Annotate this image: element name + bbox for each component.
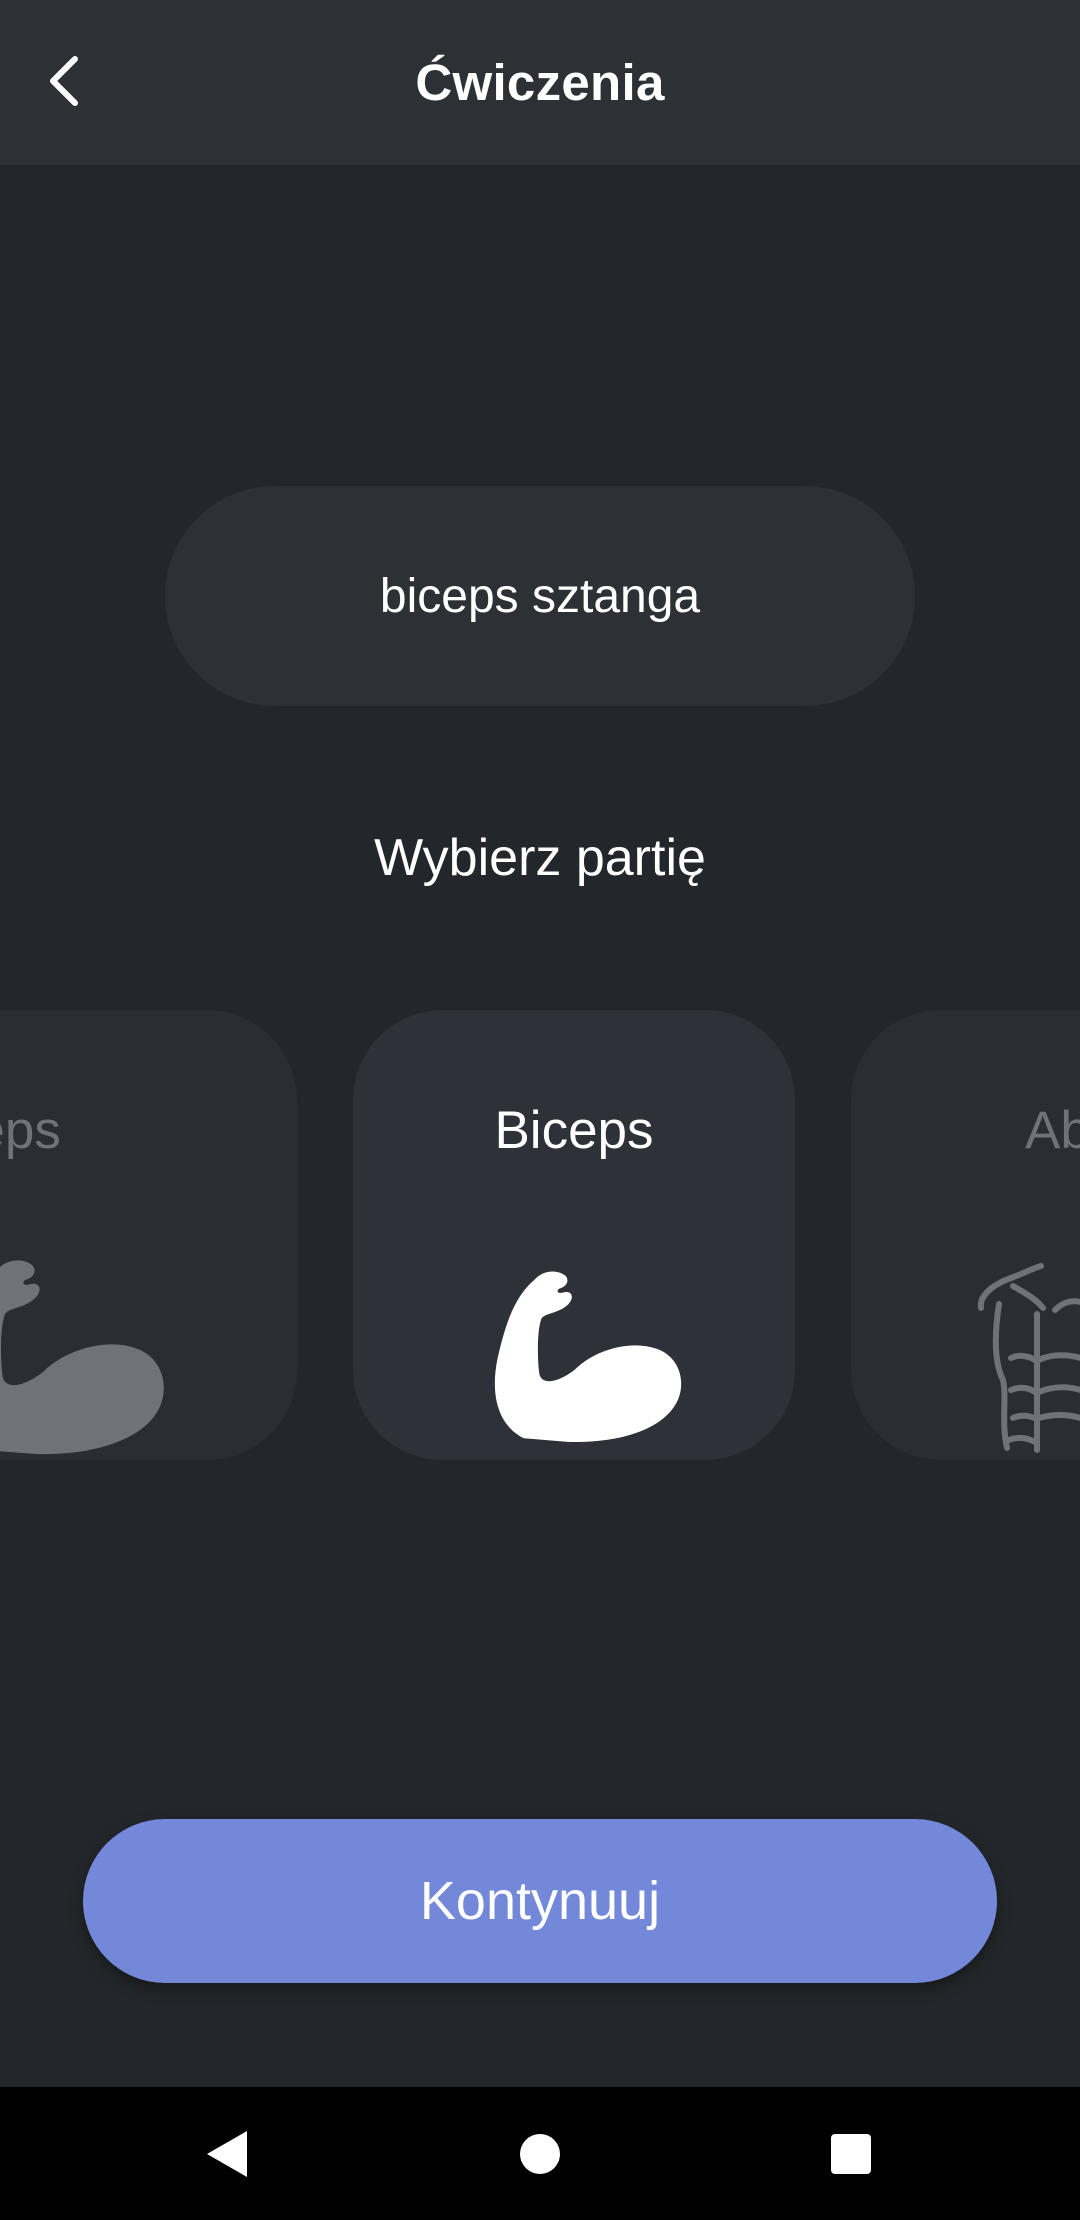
nav-recents-button[interactable]: [781, 2087, 921, 2220]
muscle-card-abs[interactable]: Ab: [851, 1010, 1080, 1460]
app-bar: Ćwiczenia: [0, 0, 1080, 165]
nav-recents-square-icon: [831, 2133, 871, 2174]
continue-button[interactable]: Kontynuuj: [83, 1819, 997, 1983]
muscle-card-label: Triceps: [0, 1101, 61, 1160]
choose-muscle-label: Wybierz partię: [374, 829, 706, 887]
nav-back-triangle-icon: [207, 2130, 247, 2177]
abs-torso-icon: [977, 1263, 1080, 1453]
nav-home-button[interactable]: [470, 2087, 610, 2220]
system-nav-bar: [0, 2087, 1080, 2220]
muscle-carousel[interactable]: Triceps Biceps Ab: [0, 1010, 1080, 1460]
flexed-arm-icon: [494, 1271, 682, 1442]
muscle-card-biceps[interactable]: Biceps: [353, 1010, 795, 1460]
flexed-arm-icon: [0, 1260, 164, 1455]
page-title: Ćwiczenia: [415, 54, 665, 111]
nav-back-button[interactable]: [157, 2087, 297, 2220]
muscle-card-label: Ab: [1025, 1101, 1080, 1160]
exercise-name-field[interactable]: biceps sztanga: [165, 486, 915, 706]
nav-home-circle-icon: [520, 2133, 560, 2174]
muscle-card-label: Biceps: [494, 1101, 654, 1160]
screen: Ćwiczenia biceps sztanga Wybierz partię …: [0, 0, 1080, 2220]
muscle-card-triceps[interactable]: Triceps: [0, 1010, 297, 1460]
